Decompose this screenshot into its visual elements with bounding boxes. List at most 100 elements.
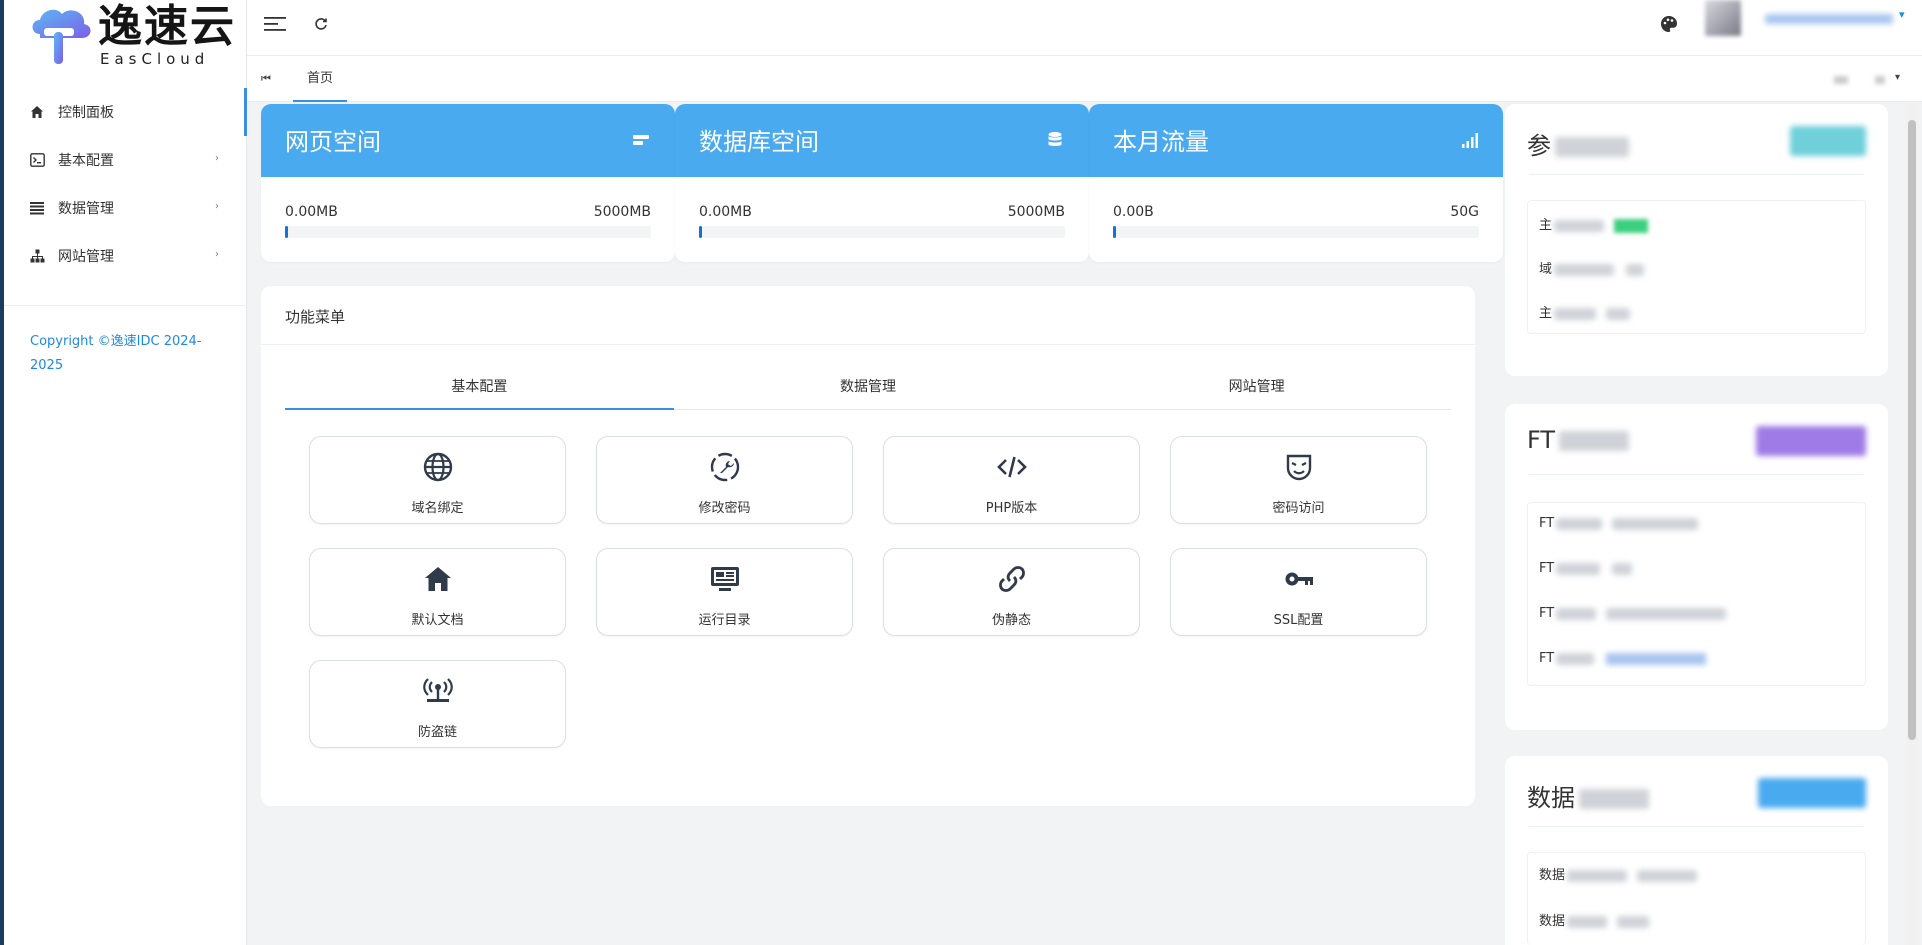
code-icon [996, 456, 1027, 478]
stat-title: 本月流量 [1113, 128, 1209, 156]
globe-icon [423, 452, 452, 482]
stat-used: 0.00B [1113, 204, 1154, 220]
stat-total: 5000MB [593, 204, 651, 220]
info-card-params: 参 主 域 主 [1505, 104, 1888, 376]
progress-fill [1113, 226, 1116, 238]
tab-site-management[interactable]: 网站管理 [1062, 374, 1451, 409]
sidebar-item-data-management[interactable]: 数据管理 › [4, 184, 247, 232]
tab-home[interactable]: 首页 [293, 56, 348, 102]
refresh-icon [315, 18, 327, 30]
tile-password-access[interactable]: 密码访问 [1170, 436, 1427, 524]
tabs-bar: ⏮ 首页 ▾ [247, 56, 1922, 102]
scrollbar-thumb[interactable] [1908, 120, 1916, 740]
card-badge [1758, 778, 1866, 808]
stat-used: 0.00MB [285, 204, 338, 220]
progress-fill [699, 226, 702, 238]
stat-total: 50G [1450, 204, 1479, 220]
info-row: 域 [1539, 260, 1645, 280]
username-blurred [1765, 14, 1893, 24]
tab-data-management[interactable]: 数据管理 [674, 374, 1063, 409]
tile-label: 密码访问 [1272, 501, 1325, 516]
tabs-right-blur [1834, 76, 1848, 84]
sidebar-item-basic-config[interactable]: 基本配置 › [4, 136, 247, 184]
list-icon [28, 200, 46, 216]
progress-bar [699, 226, 1065, 238]
sidebar-item-site-management[interactable]: 网站管理 › [4, 232, 247, 280]
sidebar-item-dashboard[interactable]: 控制面板 [4, 88, 247, 136]
signal-icon [1462, 133, 1478, 148]
tile-rewrite[interactable]: 伪静态 [883, 548, 1140, 636]
tab-basic-config[interactable]: 基本配置 [285, 374, 674, 410]
scrollbar[interactable] [1906, 102, 1918, 945]
tile-change-password[interactable]: 修改密码 [596, 436, 853, 524]
tile-ssl-config[interactable]: SSL配置 [1170, 548, 1427, 636]
house-icon [424, 567, 451, 591]
info-row: 主 [1539, 304, 1631, 324]
info-card-ftp: FT FT FT FT FT [1505, 404, 1888, 730]
antenna-icon [422, 678, 453, 702]
stat-used: 0.00MB [699, 204, 752, 220]
menu-icon [264, 17, 286, 31]
tile-label: SSL配置 [1273, 613, 1324, 628]
progress-fill [285, 226, 288, 238]
stat-header: 数据库空间 [675, 104, 1089, 177]
user-menu[interactable]: ▾ [1705, 0, 1915, 40]
link-icon [998, 566, 1025, 592]
divider [1529, 474, 1864, 475]
theme-button[interactable] [1655, 10, 1683, 38]
info-row: FT [1539, 514, 1699, 534]
progress-bar [1113, 226, 1479, 238]
card-title: 参 [1527, 126, 1629, 161]
tile-label: 防盗链 [417, 725, 457, 740]
tile-hotlink-protection[interactable]: 防盗链 [309, 660, 566, 748]
logo[interactable]: 逸速云 EasCloud [26, 4, 236, 70]
avatar [1705, 0, 1741, 36]
brand-sub: EasCloud [100, 50, 210, 68]
tile-label: 域名绑定 [411, 501, 464, 516]
info-row: FT [1539, 604, 1727, 624]
tile-domain-binding[interactable]: 域名绑定 [309, 436, 566, 524]
stat-values: 0.00MB 5000MB [285, 204, 651, 220]
function-menu-card: 功能菜单 基本配置 数据管理 网站管理 域名绑定 修改密码 PHP版本 密码访问… [261, 286, 1475, 806]
tabs-dropdown-icon[interactable]: ▾ [1895, 72, 1900, 83]
card-title: FT [1527, 426, 1630, 454]
info-row: 数据 [1539, 912, 1650, 932]
divider [1529, 174, 1864, 175]
stat-values: 0.00MB 5000MB [699, 204, 1065, 220]
info-card-database: 数据 数据 数据 [1505, 756, 1888, 945]
stat-title: 数据库空间 [699, 128, 819, 156]
stat-values: 0.00B 50G [1113, 204, 1479, 220]
refresh-button[interactable] [307, 10, 335, 38]
top-header: ▾ [247, 0, 1922, 56]
card-title: 数据 [1527, 778, 1649, 813]
server-icon [633, 135, 649, 145]
first-tab-icon[interactable]: ⏮ [261, 72, 271, 86]
stat-title: 网页空间 [285, 128, 381, 156]
wrench-icon [710, 452, 739, 482]
tile-php-version[interactable]: PHP版本 [883, 436, 1140, 524]
stat-card-web-space: 网页空间 0.00MB 5000MB [261, 104, 675, 262]
tile-default-document[interactable]: 默认文档 [309, 548, 566, 636]
menu-toggle-button[interactable] [261, 10, 289, 38]
info-row: FT [1539, 559, 1633, 579]
terminal-icon [28, 152, 46, 168]
tile-label: 默认文档 [411, 613, 464, 628]
divider [261, 344, 1475, 345]
divider [1529, 826, 1864, 827]
sidebar-item-label: 数据管理 [58, 201, 114, 217]
home-icon [28, 104, 46, 120]
tile-label: 修改密码 [698, 501, 751, 516]
info-row: 数据 [1539, 866, 1698, 886]
caret-down-icon: ▾ [1899, 8, 1905, 21]
tile-run-directory[interactable]: 运行目录 [596, 548, 853, 636]
stat-total: 5000MB [1007, 204, 1065, 220]
tabs-right-blur-2 [1875, 76, 1885, 84]
chevron-right-icon: › [215, 201, 219, 212]
tile-label: 伪静态 [991, 613, 1031, 628]
mask-icon [1286, 454, 1311, 481]
chevron-right-icon: › [215, 153, 219, 164]
progress-bar [285, 226, 651, 238]
function-tabs: 基本配置 数据管理 网站管理 [285, 374, 1451, 410]
monitor-icon [710, 567, 739, 591]
chevron-right-icon: › [215, 249, 219, 260]
